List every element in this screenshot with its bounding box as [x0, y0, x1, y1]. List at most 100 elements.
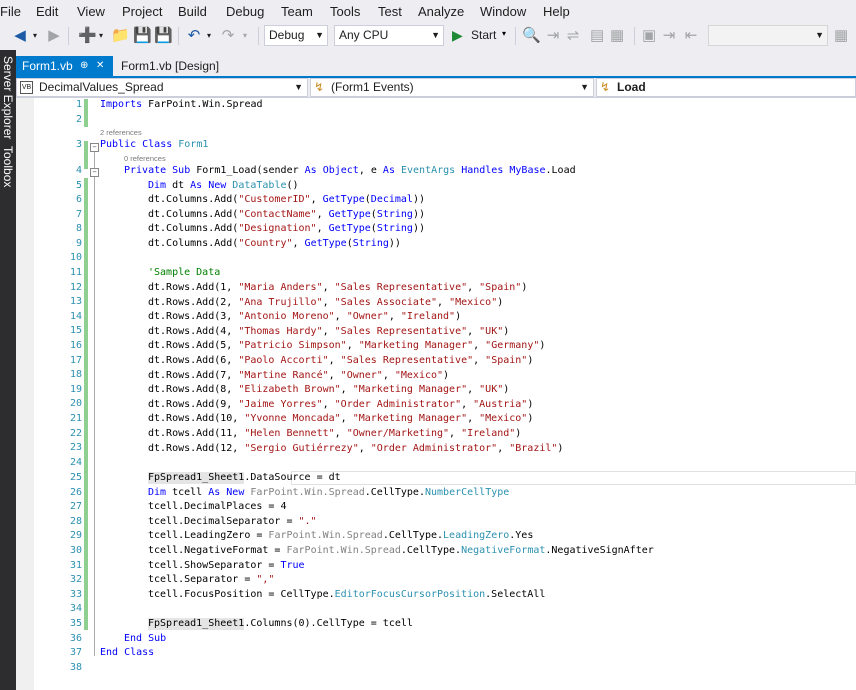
menu-team[interactable]: Team [281, 4, 313, 19]
new-item-dropdown-icon[interactable]: ▾ [96, 27, 106, 45]
close-icon[interactable]: ✕ [96, 56, 104, 76]
references-lens[interactable]: 2 references [100, 128, 142, 137]
back-icon[interactable]: ◀ [12, 27, 28, 45]
code-line-row-add: dt.Rows.Add(11, "Helen Bennett", "Owner/… [148, 428, 522, 439]
new-item-icon[interactable]: ➕ [78, 27, 97, 45]
menu-project[interactable]: Project [122, 4, 162, 19]
chevron-down-icon: ▼ [580, 82, 589, 92]
find-combo[interactable]: ▼ [708, 25, 828, 46]
line-number: 25 [69, 472, 82, 483]
line-number: 21 [69, 413, 82, 424]
menu-analyze[interactable]: Analyze [418, 4, 464, 19]
line-number: 15 [69, 325, 82, 336]
code-line-29: tcell.LeadingZero = FarPoint.Win.Spread.… [148, 530, 534, 541]
code-line-row-add: dt.Rows.Add(6, "Paolo Accorti", "Sales R… [148, 355, 534, 366]
indent-icon[interactable]: ⇥ [662, 27, 676, 45]
step-icon[interactable]: ⇥ [546, 27, 560, 45]
solution-config-value: Debug [269, 28, 305, 42]
line-number: 2 [75, 113, 82, 125]
line-number: 6 [75, 194, 82, 205]
menu-file[interactable]: File [0, 4, 21, 19]
chevron-down-icon: ▾ [502, 29, 507, 38]
collapse-sub-icon[interactable]: − [90, 168, 99, 177]
collapse-class-icon[interactable]: − [90, 143, 99, 152]
menu-tools[interactable]: Tools [330, 4, 360, 19]
forward-icon[interactable]: ▶ [46, 27, 62, 45]
toolbox-tab[interactable]: Toolbox [0, 146, 16, 187]
events-dropdown[interactable]: ↯ (Form1 Events) ▼ [310, 78, 594, 97]
line-number: 31 [69, 560, 82, 571]
project-dropdown[interactable]: VB DecimalValues_Spread ▼ [16, 78, 308, 97]
save-all-icon[interactable]: 💾 [154, 27, 173, 45]
navigation-bar: VB DecimalValues_Spread ▼ ↯ (Form1 Event… [16, 78, 856, 98]
bookmark-icon[interactable]: ▣ [642, 27, 656, 45]
menu-edit[interactable]: Edit [36, 4, 58, 19]
tab-form1-design[interactable]: Form1.vb [Design] [115, 56, 261, 76]
document-tabs: Form1.vb ⊕ ✕ Form1.vb [Design] [16, 56, 856, 76]
margin-strip [16, 98, 34, 690]
code-editor[interactable]: 1 2 3 4 5 6 7 8 9 10 11 12 13 14 15 16 17 18 19 20 21 22 23 24 2… [16, 98, 856, 690]
line-number: 37 [69, 647, 82, 658]
tab-label: Form1.vb [Design] [121, 59, 220, 73]
extra-tool-icon[interactable]: ▦ [834, 27, 848, 45]
solution-config-select[interactable]: Debug ▼ [264, 25, 328, 46]
change-bar [84, 178, 88, 630]
code-line-row-add: dt.Rows.Add(8, "Elizabeth Brown", "Marke… [148, 384, 510, 396]
line-number: 18 [69, 369, 82, 380]
menu-build[interactable]: Build [178, 4, 207, 19]
find-in-files-icon[interactable]: 🔍 [522, 27, 541, 45]
back-dropdown-icon[interactable]: ▾ [30, 27, 40, 45]
pin-icon[interactable]: ⊕ [80, 56, 88, 76]
line-number: 35 [69, 618, 82, 629]
redo-dropdown-icon[interactable]: ▾ [240, 27, 250, 45]
code-line-row-add: dt.Rows.Add(4, "Thomas Hardy", "Sales Re… [148, 325, 510, 337]
undo-dropdown-icon[interactable]: ▾ [204, 27, 214, 45]
line-number: 29 [69, 530, 82, 541]
line-number: 4 [75, 165, 82, 176]
member-dropdown[interactable]: ↯ Load [596, 78, 856, 97]
change-bar [84, 141, 88, 169]
line-number: 28 [69, 516, 82, 527]
open-folder-icon[interactable]: 📁 [111, 27, 130, 45]
line-number: 23 [69, 442, 82, 453]
code-line-column-add: dt.Columns.Add("Country", GetType(String… [148, 237, 401, 249]
code-line-row-add: dt.Rows.Add(7, "Martine Rancé", "Owner",… [148, 369, 450, 381]
line-number: 8 [75, 223, 82, 234]
code-line-row-add: dt.Rows.Add(9, "Jaime Yorres", "Order Ad… [148, 398, 534, 410]
code-line-row-add: dt.Rows.Add(5, "Patricio Simpson", "Mark… [148, 340, 546, 352]
chevron-down-icon: ▼ [315, 30, 324, 40]
menu-window[interactable]: Window [480, 4, 526, 19]
toolbar: ◀ ▾ ▶ ➕ ▾ 📁 💾 💾 ↶ ▾ ↷ ▾ Debug ▼ Any CPU … [0, 23, 856, 50]
line-number: 33 [69, 589, 82, 600]
line-number: 5 [75, 180, 82, 191]
code-line-row-add: dt.Rows.Add(3, "Antonio Moreno", "Owner"… [148, 311, 462, 323]
tab-form1-vb[interactable]: Form1.vb ⊕ ✕ [16, 56, 113, 76]
code-line-4: Private Sub Form1_Load(sender As Object,… [124, 165, 576, 176]
save-icon[interactable]: 💾 [133, 27, 152, 45]
menu-test[interactable]: Test [378, 4, 402, 19]
platform-value: Any CPU [339, 28, 389, 42]
toggle-icon[interactable]: ⇌ [566, 27, 580, 45]
server-explorer-tab[interactable]: Server Explorer [0, 56, 16, 139]
references-lens[interactable]: 0 references [124, 154, 166, 163]
menu-help[interactable]: Help [543, 4, 570, 19]
change-bar [84, 99, 88, 127]
chevron-down-icon: ▼ [294, 82, 303, 92]
code-line-33: tcell.FocusPosition = CellType.EditorFoc… [148, 589, 546, 600]
code-line-row-add: dt.Rows.Add(10, "Yvonne Moncada", "Marke… [148, 413, 534, 425]
line-number: 3 [75, 139, 82, 150]
line-number: 20 [69, 398, 82, 409]
line-number: 12 [69, 282, 82, 293]
redo-icon[interactable]: ↷ [220, 27, 236, 45]
side-tool-strip: Server Explorer Toolbox [0, 50, 16, 690]
menu-debug[interactable]: Debug [226, 4, 264, 19]
comment-icon[interactable]: ▦ [610, 27, 624, 45]
code-line-11: 'Sample Data [148, 267, 221, 278]
align-icon[interactable]: ▤ [590, 27, 604, 45]
undo-icon[interactable]: ↶ [186, 27, 202, 45]
line-number: 36 [69, 633, 82, 644]
menu-view[interactable]: View [77, 4, 105, 19]
outdent-icon[interactable]: ⇤ [684, 27, 698, 45]
vb-icon: VB [20, 81, 33, 94]
platform-select[interactable]: Any CPU ▼ [334, 25, 444, 46]
